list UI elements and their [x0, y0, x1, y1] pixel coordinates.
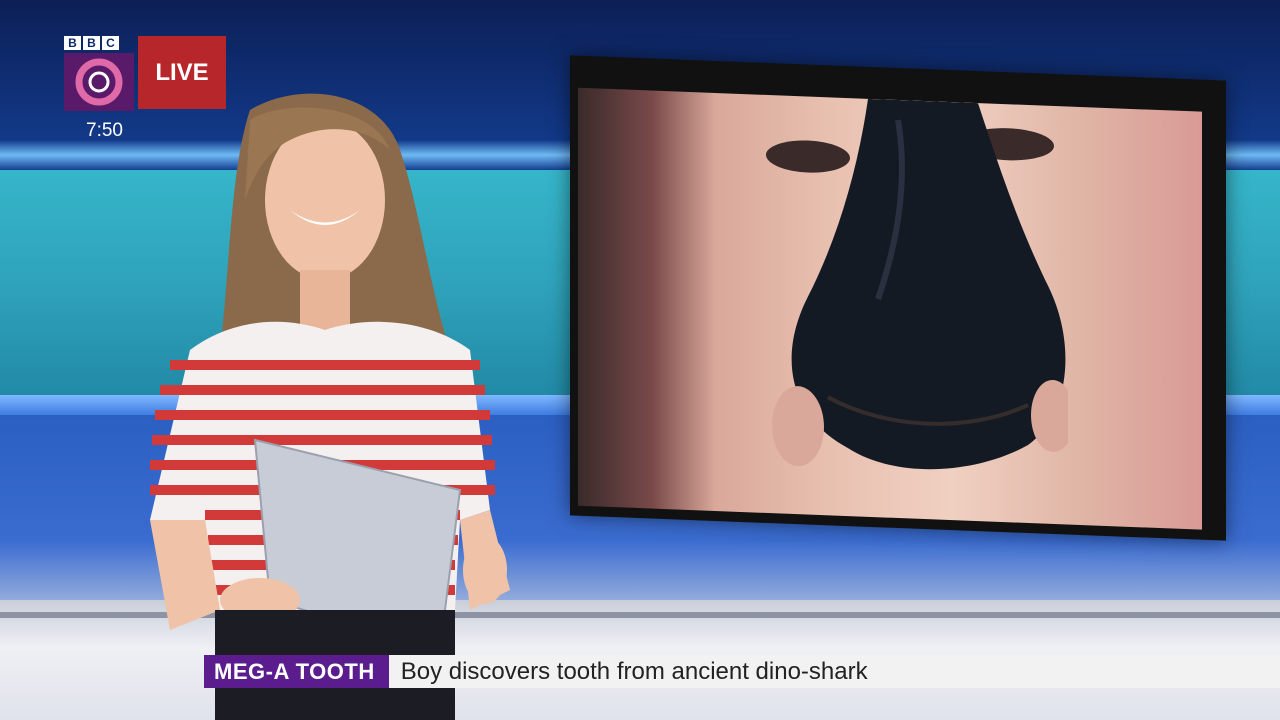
- broadcast-clock: 7:50: [86, 120, 123, 141]
- network-letter: C: [102, 36, 119, 50]
- lower-third-caption: MEG-A TOOTH Boy discovers tooth from anc…: [204, 655, 1280, 688]
- tooth-image: [766, 98, 1068, 470]
- studio-monitor: [570, 55, 1226, 541]
- channel-branding: B B C LIVE: [64, 36, 226, 111]
- presenter: [150, 93, 510, 720]
- caption-tag: MEG-A TOOTH: [204, 655, 385, 688]
- network-letter: B: [83, 36, 100, 50]
- live-badge: LIVE: [138, 36, 226, 109]
- caption-headline: Boy discovers tooth from ancient dino-sh…: [384, 655, 1280, 688]
- channel-logo-icon: [64, 53, 134, 111]
- network-logo: B B C: [64, 36, 119, 50]
- monitor-photo: [578, 87, 1202, 530]
- network-letter: B: [64, 36, 81, 50]
